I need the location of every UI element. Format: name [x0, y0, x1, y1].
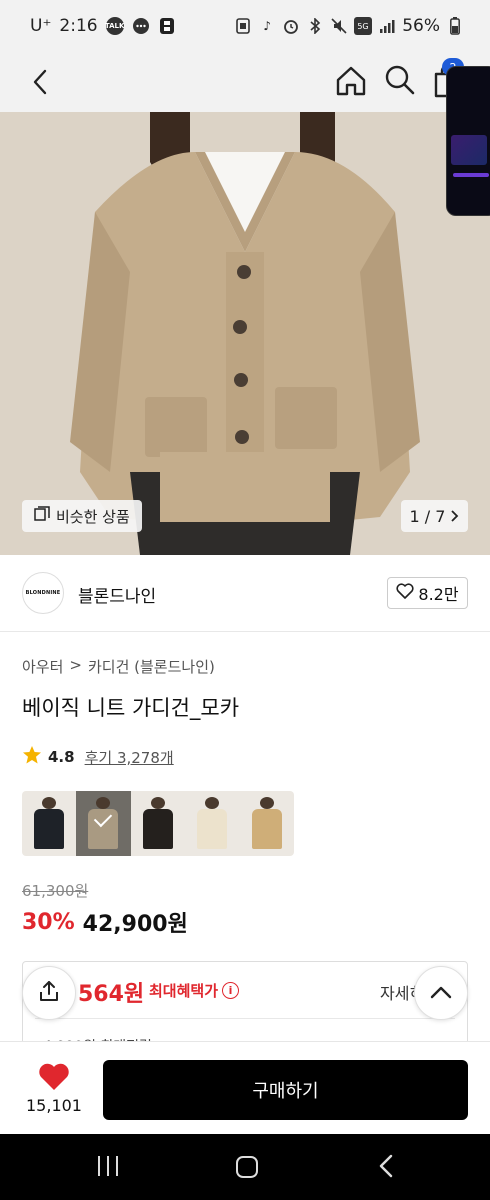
product-image[interactable] — [0, 112, 490, 555]
color-swatch[interactable] — [22, 791, 77, 856]
buy-button[interactable]: 구매하기 — [103, 1060, 468, 1120]
color-options — [22, 791, 294, 856]
breadcrumb: 아우터 > 카디건 (블론드나인) — [22, 656, 215, 677]
bluetooth-icon — [306, 17, 324, 35]
mute-icon — [330, 17, 348, 35]
rating-score: 4.8 — [48, 748, 75, 766]
swatch-model-head — [205, 797, 220, 809]
system-navigation-bar — [0, 1134, 490, 1200]
video-highlight — [453, 173, 489, 177]
color-swatch[interactable] — [239, 791, 294, 856]
similar-products-icon — [34, 506, 50, 526]
scroll-top-button[interactable] — [414, 966, 468, 1020]
sale-price: 42,900원 — [82, 912, 188, 937]
alarm-icon — [282, 17, 300, 35]
swatch-garment — [197, 809, 228, 849]
brand-like-button[interactable]: 8.2만 — [387, 577, 468, 609]
swatch-garment — [142, 809, 173, 849]
max-benefit-text: 최대혜택가 — [149, 982, 219, 1000]
battery-icon — [446, 17, 464, 35]
brand-logo[interactable]: BLONDNINE — [22, 572, 64, 614]
signal-icon — [378, 17, 396, 35]
top-navigation — [0, 52, 490, 112]
app-b-icon — [158, 17, 176, 35]
breadcrumb-outer[interactable]: 아우터 — [22, 656, 63, 677]
star-icon — [22, 745, 42, 769]
svg-text:5G: 5G — [358, 22, 369, 31]
breadcrumb-separator: > — [69, 656, 82, 674]
wish-count: 15,101 — [26, 1096, 82, 1115]
max-benefit-label: 최대혜택가 i — [149, 980, 240, 1001]
purchase-bar: 15,101 구매하기 — [0, 1041, 490, 1134]
image-pager[interactable]: 1 / 7 — [401, 500, 468, 532]
screenshot-icon — [234, 17, 252, 35]
floating-video-window[interactable] — [446, 66, 490, 216]
product-title: 베이직 니트 가디건_모카 — [22, 696, 240, 720]
battery-percent: 56% — [402, 16, 440, 36]
swatch-model-head — [42, 797, 56, 809]
back-icon[interactable] — [24, 66, 56, 98]
home-button-icon[interactable] — [236, 1156, 258, 1178]
heart-outline-icon — [396, 583, 414, 603]
home-icon[interactable] — [334, 64, 368, 98]
original-price: 61,300원 — [22, 882, 89, 900]
brand-name[interactable]: 블론드나인 — [78, 582, 156, 607]
brand-row[interactable]: BLONDNINE 블론드나인 8.2만 — [0, 556, 490, 632]
similar-products-label: 비슷한 상품 — [56, 507, 130, 526]
swatch-garment — [251, 809, 282, 849]
search-icon[interactable] — [384, 64, 416, 96]
chevron-right-icon — [451, 507, 459, 526]
similar-products-button[interactable]: 비슷한 상품 — [22, 500, 142, 532]
divider — [35, 1018, 455, 1019]
status-bar: U⁺ 2:16 TALK ♪ 5G 56% — [0, 0, 490, 52]
music-note-icon: ♪ — [263, 19, 272, 33]
share-icon — [38, 980, 60, 1006]
color-swatch[interactable] — [76, 791, 131, 856]
info-icon[interactable]: i — [222, 982, 240, 999]
clock: 2:16 — [59, 16, 98, 36]
page-indicator: 1 / 7 — [409, 506, 446, 526]
discount-rate: 30% — [22, 909, 75, 935]
chat-icon — [132, 17, 150, 35]
carrier-label: U⁺ — [30, 16, 52, 36]
swatch-garment — [34, 809, 64, 849]
heart-filled-icon[interactable] — [38, 1062, 70, 1092]
system-back-icon[interactable] — [378, 1154, 394, 1178]
swatch-model-head — [259, 797, 274, 809]
video-frame — [451, 135, 487, 165]
kakaotalk-icon: TALK — [105, 17, 124, 35]
chevron-up-icon — [430, 984, 452, 1003]
breadcrumb-cardigan[interactable]: 카디건 (블론드나인) — [88, 656, 215, 677]
swatch-model-head — [150, 797, 165, 809]
color-swatch[interactable] — [185, 791, 240, 856]
5g-icon: 5G — [354, 17, 373, 35]
sale-price-row: 30% 42,900원 — [22, 906, 188, 938]
color-swatch[interactable] — [130, 791, 186, 856]
max-benefit-price: 564원 — [78, 982, 145, 1007]
share-button[interactable] — [22, 966, 76, 1020]
recents-icon[interactable] — [98, 1156, 118, 1176]
swatch-model-head — [96, 797, 111, 809]
review-count-link[interactable]: 후기 3,278개 — [85, 747, 174, 768]
rating-row: 4.8 후기 3,278개 — [22, 745, 174, 769]
brand-like-count: 8.2만 — [418, 585, 459, 604]
